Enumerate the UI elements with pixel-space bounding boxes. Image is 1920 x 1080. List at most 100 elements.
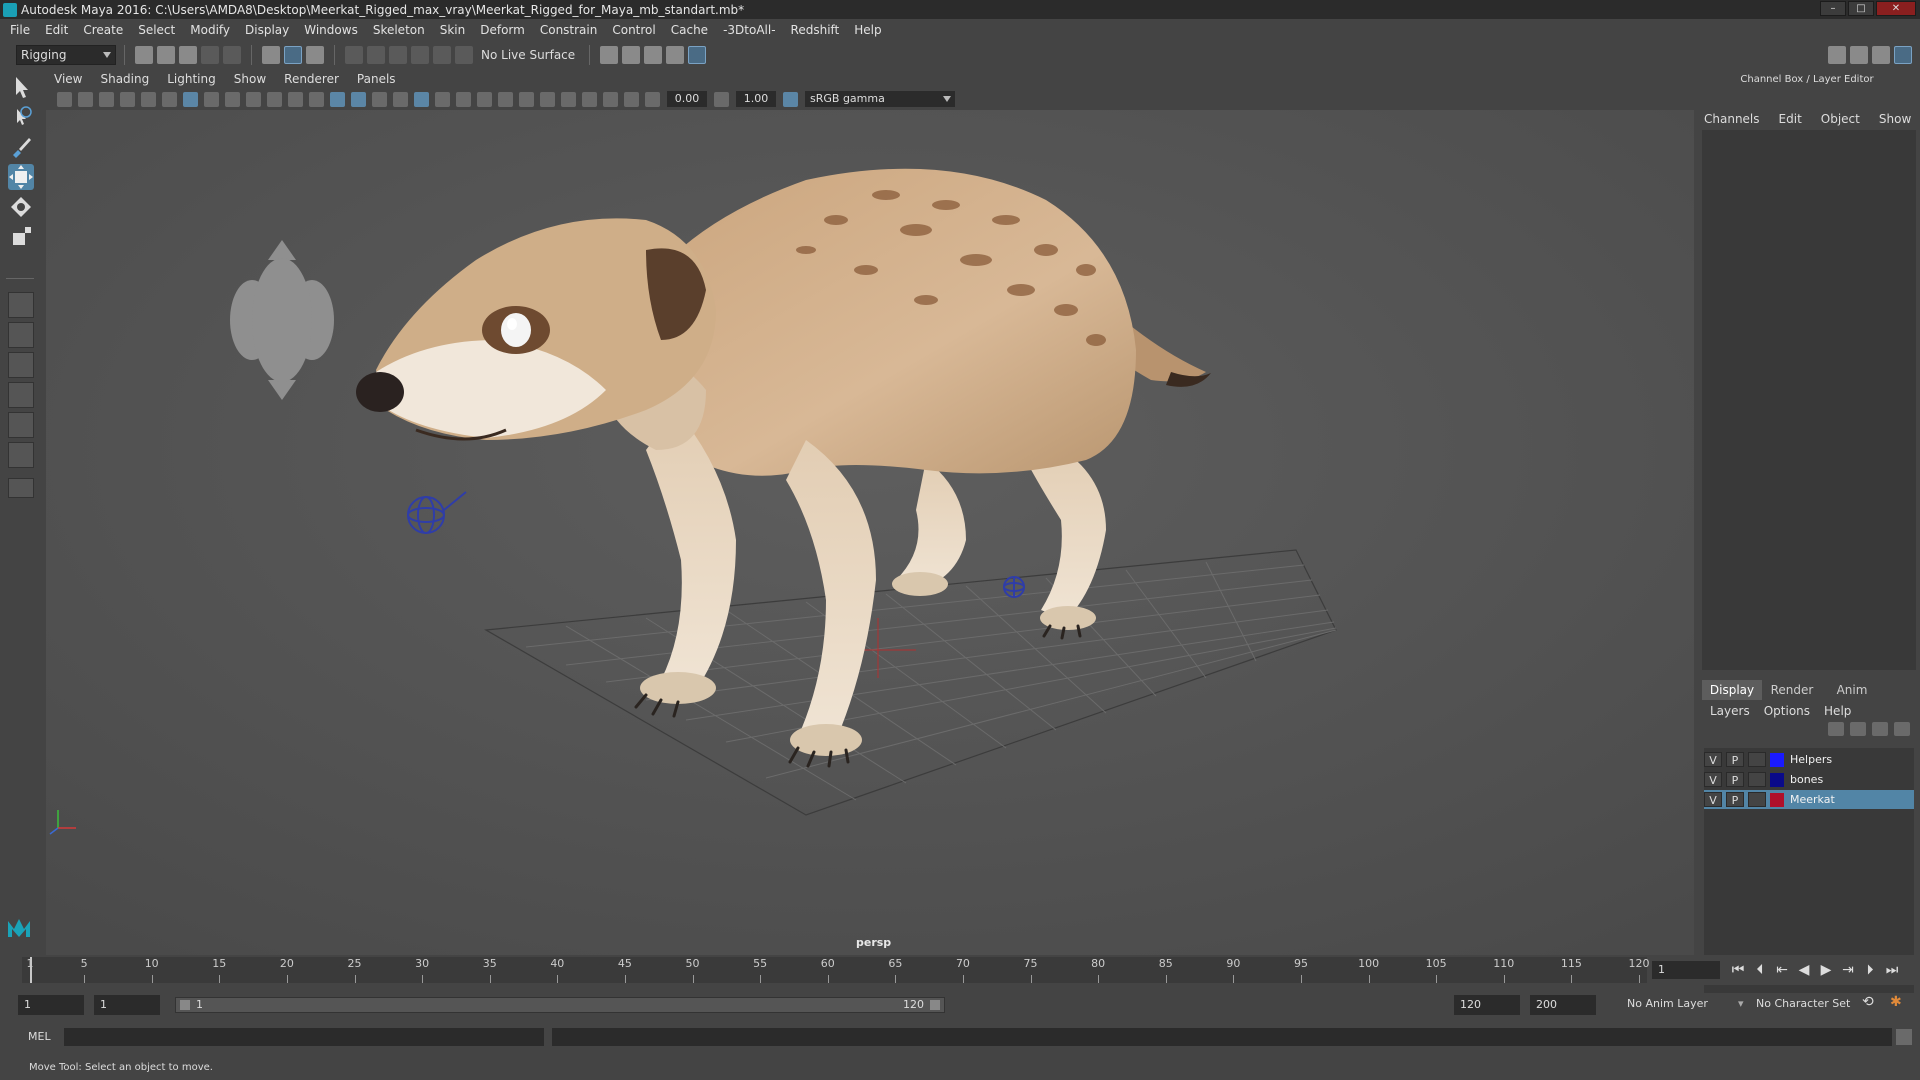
play-backwards-icon[interactable]: ◀ bbox=[1796, 961, 1812, 979]
x-ray-components-icon[interactable] bbox=[624, 91, 639, 107]
menuset-dropdown[interactable]: Rigging bbox=[16, 45, 116, 65]
snap-to-view-plane-icon[interactable] bbox=[411, 46, 429, 64]
anim-layer-dropdown[interactable]: No Anim Layer bbox=[1627, 997, 1708, 1010]
move-layer-down-icon[interactable] bbox=[1850, 722, 1866, 736]
toggle-tool-settings-icon[interactable] bbox=[1872, 46, 1890, 64]
viewport-menu-panels[interactable]: Panels bbox=[357, 72, 396, 86]
current-time-marker[interactable] bbox=[30, 957, 32, 983]
playback-start-field[interactable]: 1 bbox=[94, 995, 160, 1015]
film-gate-icon[interactable] bbox=[204, 91, 219, 107]
paint-select-tool-icon[interactable] bbox=[8, 134, 34, 160]
play-forwards-icon[interactable]: ▶ bbox=[1818, 961, 1834, 979]
tab-display[interactable]: Display bbox=[1702, 680, 1762, 700]
toggle-modeling-toolkit-icon[interactable] bbox=[1828, 46, 1846, 64]
animation-preferences-icon[interactable]: ✱ bbox=[1890, 994, 1902, 1010]
menu-cache[interactable]: Cache bbox=[671, 23, 708, 37]
range-slider-track[interactable]: 1 120 bbox=[175, 997, 945, 1013]
undo-icon[interactable] bbox=[201, 46, 219, 64]
select-by-hierarchy-icon[interactable] bbox=[262, 46, 280, 64]
current-frame-field[interactable]: 1 bbox=[1652, 961, 1720, 979]
character-set-dropdown[interactable]: No Character Set bbox=[1756, 997, 1850, 1010]
tab-anim[interactable]: Anim bbox=[1822, 680, 1882, 700]
gamma-icon[interactable] bbox=[714, 91, 729, 107]
use-all-lights-icon[interactable] bbox=[435, 91, 450, 107]
move-layer-up-icon[interactable] bbox=[1828, 722, 1844, 736]
layer-row-helpers[interactable]: V P Helpers bbox=[1704, 750, 1914, 769]
color-management-icon[interactable] bbox=[783, 91, 798, 107]
snap-to-grid-icon[interactable] bbox=[345, 46, 363, 64]
select-camera-icon[interactable] bbox=[57, 91, 72, 107]
command-input[interactable] bbox=[64, 1028, 544, 1046]
exposure-field[interactable]: 0.00 bbox=[667, 91, 707, 107]
range-end-handle[interactable] bbox=[930, 1000, 940, 1010]
resolution-gate-icon[interactable] bbox=[225, 91, 240, 107]
use-default-material-icon[interactable] bbox=[372, 91, 387, 107]
viewport-menu-renderer[interactable]: Renderer bbox=[284, 72, 339, 86]
menu-redshift[interactable]: Redshift bbox=[791, 23, 840, 37]
layer-menu-options[interactable]: Options bbox=[1764, 704, 1810, 718]
tab-render[interactable]: Render bbox=[1762, 680, 1822, 700]
menu-display[interactable]: Display bbox=[245, 23, 289, 37]
viewport-menu-lighting[interactable]: Lighting bbox=[167, 72, 216, 86]
symmetry-icon[interactable] bbox=[455, 46, 473, 64]
create-layer-from-selected-icon[interactable] bbox=[1894, 722, 1910, 736]
snap-to-point-icon[interactable] bbox=[389, 46, 407, 64]
persp-outliner-layout-icon[interactable] bbox=[8, 352, 34, 378]
exposure-icon[interactable] bbox=[645, 91, 660, 107]
menu-deform[interactable]: Deform bbox=[480, 23, 525, 37]
render-view-icon[interactable] bbox=[666, 46, 685, 64]
menu-3dtoall[interactable]: -3DtoAll- bbox=[723, 23, 775, 37]
grease-pencil-icon[interactable] bbox=[141, 91, 156, 107]
rotate-tool-icon[interactable] bbox=[8, 194, 34, 220]
channel-box-menu-channels[interactable]: Channels bbox=[1704, 112, 1760, 126]
menu-select[interactable]: Select bbox=[138, 23, 175, 37]
smooth-shade-icon[interactable] bbox=[351, 91, 366, 107]
persp-graph-layout-icon[interactable] bbox=[8, 382, 34, 408]
layer-display-type-toggle[interactable] bbox=[1748, 792, 1766, 807]
layer-visibility-toggle[interactable]: V bbox=[1704, 792, 1722, 807]
menu-file[interactable]: File bbox=[10, 23, 30, 37]
script-language-label[interactable]: MEL bbox=[28, 1030, 51, 1043]
layer-playback-toggle[interactable]: P bbox=[1726, 772, 1744, 787]
3d-viewport[interactable]: persp bbox=[46, 110, 1694, 955]
step-back-key-icon[interactable]: ⇤ bbox=[1774, 961, 1790, 979]
persp-graph-hypergraph-layout-icon[interactable] bbox=[8, 412, 34, 438]
viewport-menu-view[interactable]: View bbox=[54, 72, 82, 86]
ipr-render-icon[interactable] bbox=[644, 46, 663, 64]
menu-edit[interactable]: Edit bbox=[45, 23, 68, 37]
gate-mask-icon[interactable] bbox=[246, 91, 261, 107]
bookmarks-icon[interactable] bbox=[99, 91, 114, 107]
live-surface-field[interactable]: No Live Surface bbox=[481, 48, 575, 62]
viewport-menu-shading[interactable]: Shading bbox=[100, 72, 149, 86]
channel-box-menu-object[interactable]: Object bbox=[1821, 112, 1860, 126]
auto-key-icon[interactable]: ⟲ bbox=[1862, 994, 1874, 1010]
layer-playback-toggle[interactable]: P bbox=[1726, 752, 1744, 767]
hypershade-icon[interactable] bbox=[688, 46, 707, 64]
menu-modify[interactable]: Modify bbox=[190, 23, 230, 37]
playback-end-field[interactable]: 120 bbox=[1454, 995, 1520, 1015]
step-forward-key-icon[interactable]: ⇥ bbox=[1840, 961, 1856, 979]
move-tool-icon[interactable] bbox=[8, 164, 34, 190]
safe-action-icon[interactable] bbox=[288, 91, 303, 107]
four-view-layout-icon[interactable] bbox=[8, 322, 34, 348]
redo-icon[interactable] bbox=[223, 46, 241, 64]
select-tool-icon[interactable] bbox=[8, 74, 34, 100]
layer-row-meerkat[interactable]: V P Meerkat bbox=[1704, 790, 1914, 809]
single-perspective-layout-icon[interactable] bbox=[8, 292, 34, 318]
snap-to-surface-icon[interactable] bbox=[433, 46, 451, 64]
layer-display-type-toggle[interactable] bbox=[1748, 752, 1766, 767]
layer-row-bones[interactable]: V P bones bbox=[1704, 770, 1914, 789]
layer-color-swatch[interactable] bbox=[1770, 792, 1784, 807]
wireframe-icon[interactable] bbox=[330, 91, 345, 107]
menu-help[interactable]: Help bbox=[854, 23, 881, 37]
x-ray-joints-icon[interactable] bbox=[603, 91, 618, 107]
render-frame-icon[interactable] bbox=[622, 46, 641, 64]
x-ray-icon[interactable] bbox=[582, 91, 597, 107]
anti-aliasing-icon[interactable] bbox=[519, 91, 534, 107]
animation-start-field[interactable]: 1 bbox=[18, 995, 84, 1015]
layer-display-type-toggle[interactable] bbox=[1748, 772, 1766, 787]
viewport-menu-show[interactable]: Show bbox=[234, 72, 266, 86]
more-layouts-icon[interactable] bbox=[8, 478, 34, 498]
image-plane-icon[interactable] bbox=[120, 91, 135, 107]
menu-create[interactable]: Create bbox=[83, 23, 123, 37]
